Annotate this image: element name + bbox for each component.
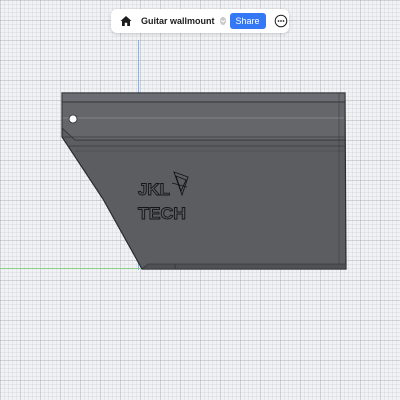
model-top-band — [61, 92, 346, 103]
more-icon[interactable] — [274, 14, 288, 28]
logo-text-line-2: TECH — [138, 204, 186, 223]
home-icon[interactable] — [119, 13, 133, 29]
document-title[interactable]: Guitar wallmount — [141, 16, 215, 26]
model-bottom-step — [141, 263, 347, 270]
share-button[interactable]: Share — [229, 13, 266, 29]
chevron-down-icon[interactable] — [219, 17, 226, 25]
model-flange — [61, 101, 346, 141]
guitar-wallmount-model[interactable]: JKL TECH — [0, 0, 400, 400]
document-toolbar: Guitar wallmount Share — [111, 9, 289, 33]
mounting-hole — [68, 114, 78, 124]
logo-text-line-1: JKL — [138, 180, 170, 199]
